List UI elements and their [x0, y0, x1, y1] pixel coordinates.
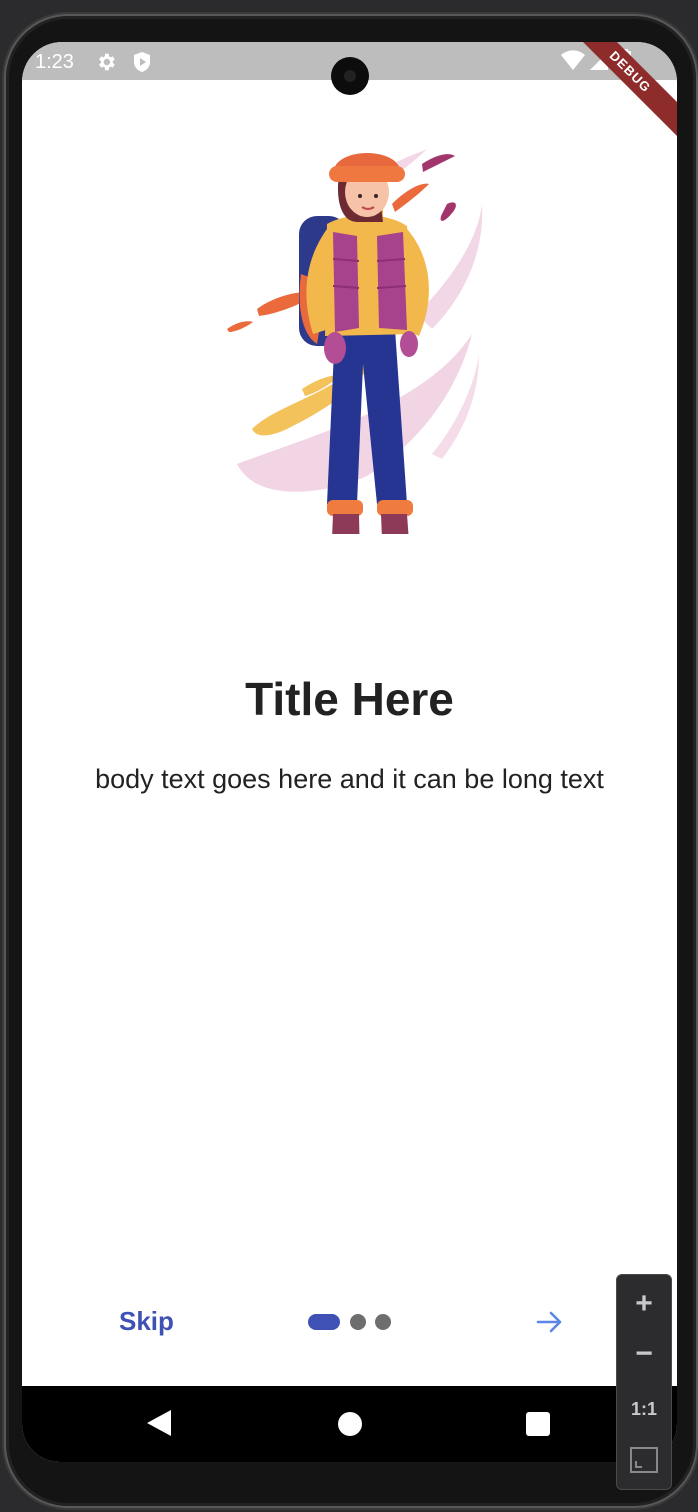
- home-icon[interactable]: [338, 1412, 362, 1436]
- recents-icon[interactable]: [526, 1412, 550, 1436]
- front-camera: [331, 57, 369, 95]
- shield-play-icon: [132, 51, 152, 78]
- skip-button[interactable]: Skip: [119, 1306, 174, 1337]
- actual-size-button[interactable]: 1:1: [617, 1399, 671, 1420]
- arrow-right-icon: [536, 1311, 562, 1333]
- onboarding-title: Title Here: [245, 673, 454, 725]
- page-dot-active[interactable]: [308, 1314, 340, 1330]
- settings-gear-icon: [95, 51, 117, 78]
- page-dot[interactable]: [375, 1314, 391, 1330]
- app-screen: 1:23 DEBUG Title Here body text goes her…: [22, 42, 677, 1462]
- fit-screen-button[interactable]: [617, 1447, 671, 1478]
- back-icon[interactable]: [147, 1410, 171, 1441]
- onboarding-illustration: [227, 149, 483, 534]
- zoom-in-button[interactable]: +: [617, 1287, 671, 1321]
- zoom-out-button[interactable]: −: [617, 1337, 671, 1371]
- onboarding-body: body text goes here and it can be long t…: [95, 764, 604, 794]
- fit-screen-icon: [630, 1447, 658, 1473]
- next-button[interactable]: [534, 1306, 566, 1338]
- wifi-icon: [561, 50, 585, 77]
- system-nav-bar: [22, 1386, 677, 1462]
- status-time: 1:23: [35, 51, 74, 73]
- emulator-zoom-controls: + − 1:1: [616, 1274, 672, 1490]
- page-dot[interactable]: [350, 1314, 366, 1330]
